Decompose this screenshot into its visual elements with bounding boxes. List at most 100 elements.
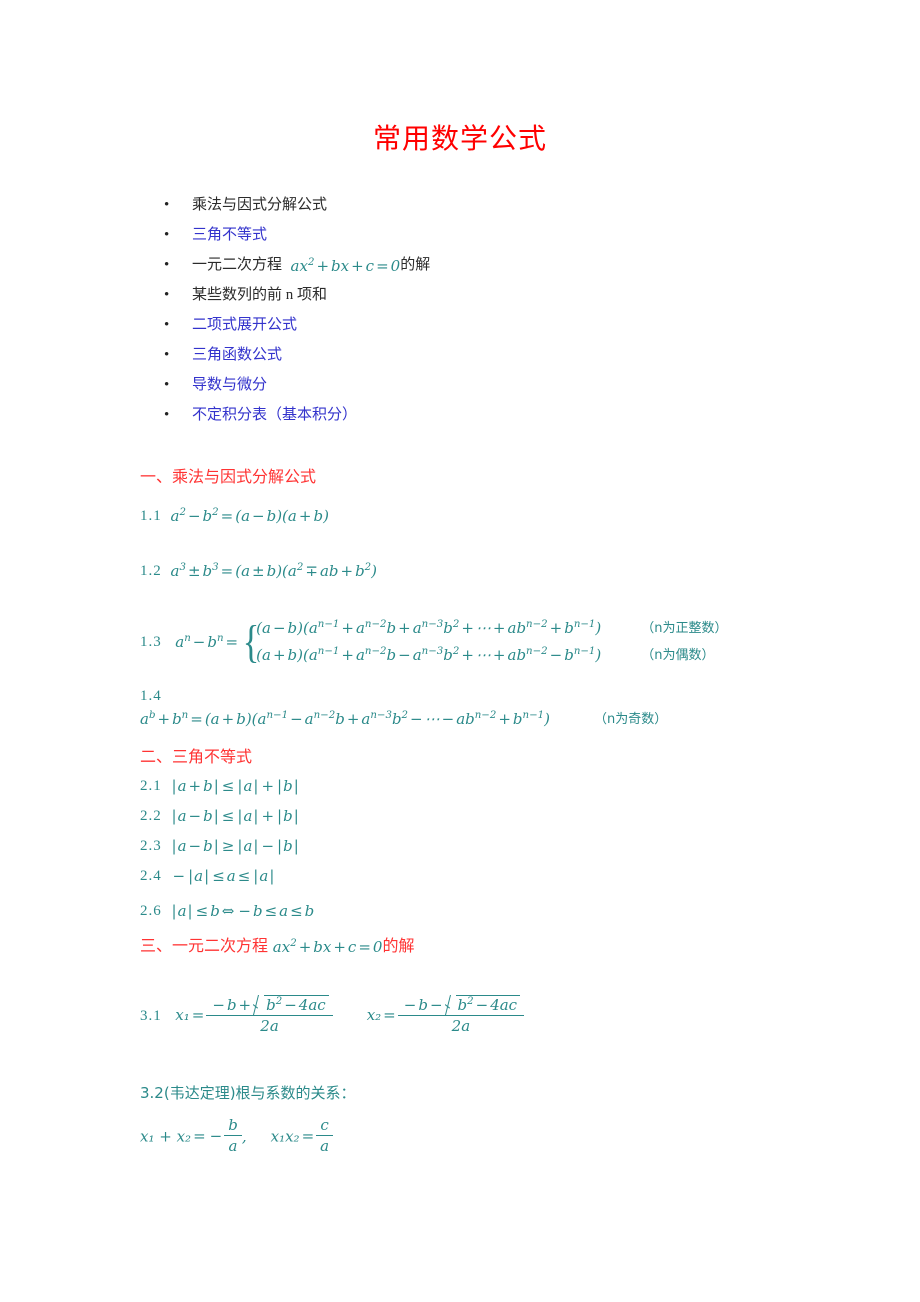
fraction-x1: − b + b2−4ac 2a (206, 994, 333, 1036)
formula-number: 2.2 (140, 808, 162, 824)
formula-number: 1.4 (140, 688, 162, 704)
list-item: • 某些数列的前 n 项和 (140, 280, 780, 310)
formula-row-1-2: 1.2 a3 ± b3 = (a ± b)(a2 ∓ ab + b2) (140, 561, 377, 581)
formula-row-3-1: 3.1 x₁ = − b + b2−4ac 2a x₂ = − b − b2−4ac 2a (140, 994, 525, 1037)
vieta-prod-lhs: x₁x₂ (270, 1127, 300, 1146)
bullet-icon: • (164, 377, 170, 393)
formula-number: 3.1 (140, 1007, 162, 1024)
formula-row-2-6: 2.6 |a| ≤ b ⇔ − b ≤ a ≤ b (140, 901, 314, 921)
inline-formula-quadratic: ax2 + bx + c = 0 (290, 256, 401, 275)
vieta-product: x₁x₂ = c a (270, 1116, 334, 1157)
x2-label: x₂ (366, 1005, 382, 1024)
toc-label-before: 一元二次方程 (192, 257, 283, 273)
denominator: a (228, 1137, 238, 1156)
formula-number: 1.3 (140, 634, 162, 650)
denominator: 2a (260, 1017, 279, 1036)
numerator: − b − b2−4ac (397, 994, 525, 1017)
section-heading-1: 一、乘法与因式分解公式 (140, 469, 317, 486)
toc-link[interactable]: 三角不等式 (192, 227, 267, 243)
toc-label-after: 的解 (400, 257, 431, 273)
radicand: b2−4ac (264, 995, 329, 1014)
section-heading-3-before: 三、一元二次方程 (140, 938, 269, 955)
formula-row-1-1: 1.1 a2− b2 = (a − b)(a + b) (140, 506, 329, 526)
section-heading-2: 二、三角不等式 (140, 749, 253, 766)
section-heading-3-after: 的解 (382, 938, 415, 955)
formula-3-1-x2: x₂ = − b − b2−4ac 2a (366, 994, 525, 1037)
formula-1-3-case-2: (a + b)(an−1 + an−2b − an−3b2 + ⋯ + abn−2− bn−1) (256, 646, 602, 665)
fraction-b-over-a: ba (224, 1116, 242, 1156)
bullet-icon: • (164, 347, 170, 363)
formula-1-3-case-2-note: （n为偶数） (641, 648, 715, 663)
formula-1-2: a3 ± b3 = (a ± b)(a2 ∓ ab + b2) (165, 562, 378, 581)
fraction-c-over-a: ca (316, 1116, 334, 1156)
section-heading-3: 三、一元二次方程 ax2 + bx + c = 0的解 (140, 936, 414, 958)
list-item[interactable]: • 三角不等式 (140, 220, 780, 250)
toc-link[interactable]: 不定积分表（基本积分） (192, 407, 357, 423)
list-item: • 乘法与因式分解公式 (140, 190, 780, 220)
formula-number: 2.3 (140, 838, 162, 854)
formula-1-4: ab + bn = (a + b)(an−1− an−2b + an−3b2− ⋯ − abn−2 + bn… (140, 710, 550, 729)
list-item[interactable]: • 三角函数公式 (140, 340, 780, 370)
formula-number: 2.4 (140, 868, 162, 884)
formula-3-1-x1: x₁ = − b + b2−4ac 2a (166, 995, 333, 1037)
list-item: • 一元二次方程 ax2 + bx + c = 0的解 (140, 250, 780, 280)
formula-2-4: − |a| ≤ a ≤ |a| (172, 867, 275, 886)
bullet-icon: • (164, 287, 170, 303)
bullet-icon: • (164, 407, 170, 423)
vieta-formula-row: x₁ + x₂ = − b a, x₁x₂ = c a (140, 1116, 334, 1157)
numerator: b (224, 1116, 242, 1137)
formula-2-1: |a + b| ≤ |a| + |b| (171, 777, 299, 796)
formula-row-1-4: ab + bn = (a + b)(an−1− an−2b + an−3b2− ⋯ − abn−2 + bn… (140, 709, 667, 730)
formula-1-3-case-1-note: （n为正整数） (641, 621, 728, 636)
bullet-icon: • (164, 257, 170, 273)
formula-row-2-2: 2.2 |a − b| ≤ |a| + |b| (140, 806, 300, 826)
formula-number: 2.1 (140, 778, 162, 794)
fraction-x2: − b − b2−4ac 2a (397, 994, 525, 1036)
vieta-sum: x₁ + x₂ = − b a, (140, 1116, 247, 1156)
formula-row-2-3: 2.3 |a − b| ≥ |a| − |b| (140, 836, 300, 856)
list-item[interactable]: • 二项式展开公式 (140, 310, 780, 340)
denominator: 2a (451, 1017, 471, 1036)
formula-2-2: |a − b| ≤ |a| + |b| (171, 807, 299, 826)
formula-1-3-lhs: an − bn = (165, 633, 239, 651)
formula-number-row-1-4: 1.4 (140, 686, 162, 706)
toc-label: 乘法与因式分解公式 (192, 197, 328, 213)
numer-sign: + (238, 996, 252, 1014)
toc-link[interactable]: 导数与微分 (192, 377, 267, 393)
formula-row-2-1: 2.1 |a + b| ≤ |a| + |b| (140, 776, 300, 796)
numerator: c (316, 1116, 334, 1137)
sqrt-icon: b2−4ac (445, 994, 521, 1014)
formula-row-1-3: 1.3 an − bn ={(a − b)(an−1 + an−2b + an−3b2 + ⋯ + abn… (140, 615, 728, 669)
numer-sign: − (429, 996, 443, 1014)
denominator: a (320, 1137, 330, 1156)
list-item[interactable]: • 不定积分表（基本积分） (140, 400, 780, 430)
formula-1-4-note: （n为奇数） (593, 712, 668, 727)
formula-2-3: |a − b| ≥ |a| − |b| (171, 837, 299, 856)
toc-label: 某些数列的前 n 项和 (192, 287, 328, 303)
toc-link[interactable]: 三角函数公式 (192, 347, 282, 363)
vieta-heading: 3.2(韦达定理)根与系数的关系： (140, 1084, 356, 1102)
sqrt-icon: b2−4ac (253, 994, 329, 1014)
formula-row-2-4: 2.4 − |a| ≤ a ≤ |a| (140, 866, 275, 886)
toc-link[interactable]: 二项式展开公式 (192, 317, 297, 333)
formula-number: 1.1 (140, 508, 162, 524)
inline-formula-quadratic-heading: ax2 + bx + c = 0 (272, 938, 383, 957)
list-item[interactable]: • 导数与微分 (140, 370, 780, 400)
formula-1-3-cases: {(a − b)(an−1 + an−2b + an−3b2 + ⋯ + abn−2 + bn−1) （n… (240, 615, 728, 669)
document-page: 常用数学公式 • 乘法与因式分解公式 • 三角不等式 • 一元二次方程 ax2 +… (0, 0, 920, 1302)
numerator: − b + b2−4ac (206, 994, 333, 1017)
radicand: b2−4ac (455, 995, 521, 1014)
formula-number: 2.6 (140, 903, 162, 919)
bullet-icon: • (164, 317, 170, 333)
formula-number: 1.2 (140, 563, 162, 579)
page-title: 常用数学公式 (372, 122, 547, 155)
case-line-1: (a − b)(an−1 + an−2b + an−3b2 + ⋯ + abn−2 + bn−1) （n为… (256, 615, 727, 642)
left-brace-icon: { (242, 616, 260, 667)
formula-1-1: a2− b2 = (a − b)(a + b) (165, 507, 329, 526)
formula-1-3-case-1: (a − b)(an−1 + an−2b + an−3b2 + ⋯ + abn−2 + bn−1) (256, 619, 602, 638)
table-of-contents: • 乘法与因式分解公式 • 三角不等式 • 一元二次方程 ax2 + bx + c = 0的… (140, 190, 780, 430)
vieta-sum-lhs: x₁ + x₂ (140, 1127, 192, 1146)
x1-label: x₁ (175, 1005, 190, 1024)
formula-2-6: |a| ≤ b ⇔ − b ≤ a ≤ b (171, 902, 315, 921)
bullet-icon: • (164, 197, 170, 213)
